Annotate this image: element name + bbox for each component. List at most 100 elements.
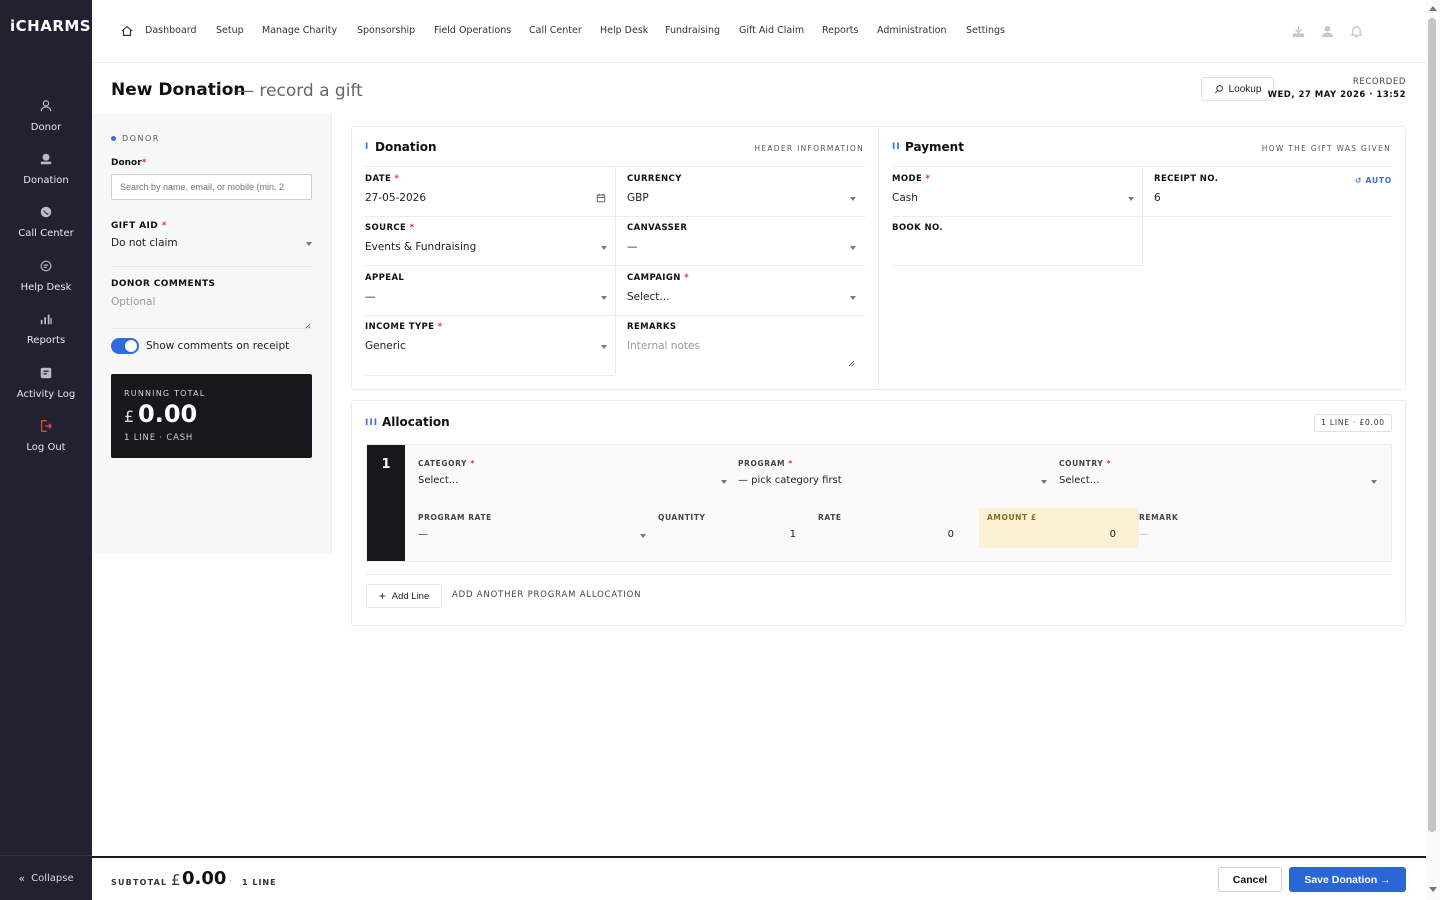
book-number-field[interactable]: BOOK NO. xyxy=(892,223,1135,263)
auto-receipt-toggle[interactable]: ↺ AUTO xyxy=(1355,176,1392,185)
download-icon[interactable] xyxy=(1291,24,1306,39)
sidebar-item-donation[interactable]: Donation xyxy=(0,152,92,202)
campaign-select[interactable]: CAMPAIGN * Select... xyxy=(627,273,859,313)
running-total-meta: 1 LINE · CASH xyxy=(124,433,194,443)
currency-label: CURRENCY xyxy=(627,174,682,184)
mode-label-text: MODE xyxy=(892,174,923,184)
required-marker: * xyxy=(925,174,931,184)
sidebar-item-help-desk[interactable]: Help Desk xyxy=(0,259,92,309)
rate-input[interactable]: RATE 0 xyxy=(818,513,954,549)
payment-mode-select[interactable]: MODE * Cash xyxy=(892,174,1135,214)
currency-select[interactable]: CURRENCY GBP xyxy=(627,174,859,214)
nav-dashboard[interactable]: Dashboard xyxy=(145,25,197,36)
lookup-label: Lookup xyxy=(1228,83,1262,95)
date-field[interactable]: DATE * 27-05-2026 xyxy=(365,174,606,214)
donor-search-input[interactable] xyxy=(111,174,312,200)
donor-panel: DONOR Donor* GIFT AID * Do not claim DON… xyxy=(92,114,332,554)
log-icon xyxy=(40,367,52,379)
running-total-currency: £ xyxy=(124,407,135,426)
quantity-input[interactable]: QUANTITY 1 xyxy=(658,513,796,549)
gift-aid-label-text: GIFT AID xyxy=(111,221,159,231)
donor-comments-textarea[interactable]: Optional xyxy=(111,296,312,330)
appeal-select[interactable]: APPEAL — xyxy=(365,273,607,313)
allocation-section-title: Allocation xyxy=(382,415,450,429)
sidebar: iCHARMS Donor Donation Call Center Help … xyxy=(0,0,92,900)
donor-section-heading: DONOR xyxy=(111,134,160,143)
nav-settings[interactable]: Settings xyxy=(966,25,1005,36)
lookup-button[interactable]: Lookup xyxy=(1201,77,1274,101)
refresh-icon: ↺ xyxy=(1355,176,1366,185)
amount-value: 0 xyxy=(1109,529,1116,540)
nav-administration[interactable]: Administration xyxy=(877,25,947,36)
sidebar-item-label: Call Center xyxy=(18,228,74,239)
nav-fundraising[interactable]: Fundraising xyxy=(665,25,720,36)
source-label-text: SOURCE xyxy=(365,223,407,233)
sidebar-item-donor[interactable]: Donor xyxy=(0,99,92,149)
program-rate-select[interactable]: PROGRAM RATE — xyxy=(418,513,648,549)
date-label-text: DATE xyxy=(365,174,392,184)
calendar-icon[interactable] xyxy=(596,193,606,203)
running-total-amount: 0.00 xyxy=(138,400,198,428)
add-line-button[interactable]: + Add Line xyxy=(366,584,442,608)
nav-sponsorship[interactable]: Sponsorship xyxy=(357,25,415,36)
gift-aid-select[interactable]: Do not claim xyxy=(111,237,312,267)
mode-value: Cash xyxy=(892,192,918,204)
remark-input[interactable]: REMARK — xyxy=(1139,513,1379,549)
cancel-button[interactable]: Cancel xyxy=(1218,867,1282,892)
top-navigation: Dashboard Setup Manage Charity Sponsorsh… xyxy=(92,0,1426,63)
amount-label: AMOUNT £ xyxy=(987,513,1037,522)
amount-input[interactable]: AMOUNT £ 0 xyxy=(979,508,1139,548)
sidebar-item-call-center[interactable]: Call Center xyxy=(0,205,92,255)
appeal-value: — xyxy=(365,291,376,303)
nav-manage-charity[interactable]: Manage Charity xyxy=(262,25,337,36)
chevron-down-icon xyxy=(601,246,607,250)
income-type-label-text: INCOME TYPE xyxy=(365,322,435,332)
source-select[interactable]: SOURCE * Events & Fundraising xyxy=(365,223,607,263)
users-icon[interactable] xyxy=(1320,24,1335,39)
currency-value: GBP xyxy=(627,192,649,204)
canvasser-select[interactable]: CANVASSER — xyxy=(627,223,859,263)
scroll-thumb[interactable] xyxy=(1428,18,1436,832)
home-icon[interactable] xyxy=(120,24,134,38)
page-subtitle: — record a gift xyxy=(237,81,363,101)
category-select[interactable]: CATEGORY * Select... xyxy=(418,459,728,495)
sidebar-item-label: Reports xyxy=(26,335,66,346)
sidebar-item-log-out[interactable]: Log Out xyxy=(0,419,92,469)
country-select[interactable]: COUNTRY * Select... xyxy=(1059,459,1379,495)
collapse-button[interactable]: « Collapse xyxy=(0,855,92,900)
required-marker: * xyxy=(141,158,147,168)
required-marker: * xyxy=(394,174,400,184)
canvasser-value: — xyxy=(627,241,638,253)
remarks-textarea[interactable]: REMARKS Internal notes xyxy=(627,322,859,370)
nav-setup[interactable]: Setup xyxy=(216,25,244,36)
receipt-number-field[interactable]: RECEIPT NO. 6 ↺ AUTO xyxy=(1154,174,1392,214)
required-marker: * xyxy=(161,221,167,231)
sidebar-item-label: Donation xyxy=(23,175,69,186)
row-divider xyxy=(365,375,615,376)
donation-icon xyxy=(40,153,52,165)
search-icon xyxy=(1214,85,1223,94)
nav-call-center[interactable]: Call Center xyxy=(529,25,582,36)
nav-field-operations[interactable]: Field Operations xyxy=(434,25,511,36)
nav-help-desk[interactable]: Help Desk xyxy=(600,25,648,36)
date-label: DATE * xyxy=(365,174,399,184)
resize-handle-icon[interactable] xyxy=(848,360,855,367)
sidebar-item-activity-log[interactable]: Activity Log xyxy=(0,366,92,416)
sidebar-item-label: Help Desk xyxy=(20,282,72,293)
program-select[interactable]: PROGRAM * — pick category first xyxy=(738,459,1048,495)
show-comments-toggle[interactable] xyxy=(111,338,139,354)
save-donation-button[interactable]: Save Donation → xyxy=(1289,867,1406,892)
scroll-down-arrow[interactable] xyxy=(1429,887,1437,892)
campaign-value: Select... xyxy=(627,291,670,303)
category-label-text: CATEGORY xyxy=(418,459,468,468)
bell-icon[interactable] xyxy=(1349,24,1364,39)
required-marker: * xyxy=(437,322,443,332)
scroll-up-arrow[interactable] xyxy=(1429,6,1437,11)
plus-icon: + xyxy=(378,589,386,603)
page-scrollbar[interactable] xyxy=(1426,0,1440,900)
nav-gift-aid-claim[interactable]: Gift Aid Claim xyxy=(739,25,804,36)
sidebar-item-reports[interactable]: Reports xyxy=(0,312,92,362)
remark-label: REMARK xyxy=(1139,513,1179,522)
income-type-select[interactable]: INCOME TYPE * Generic xyxy=(365,322,607,362)
nav-reports[interactable]: Reports xyxy=(822,25,858,36)
